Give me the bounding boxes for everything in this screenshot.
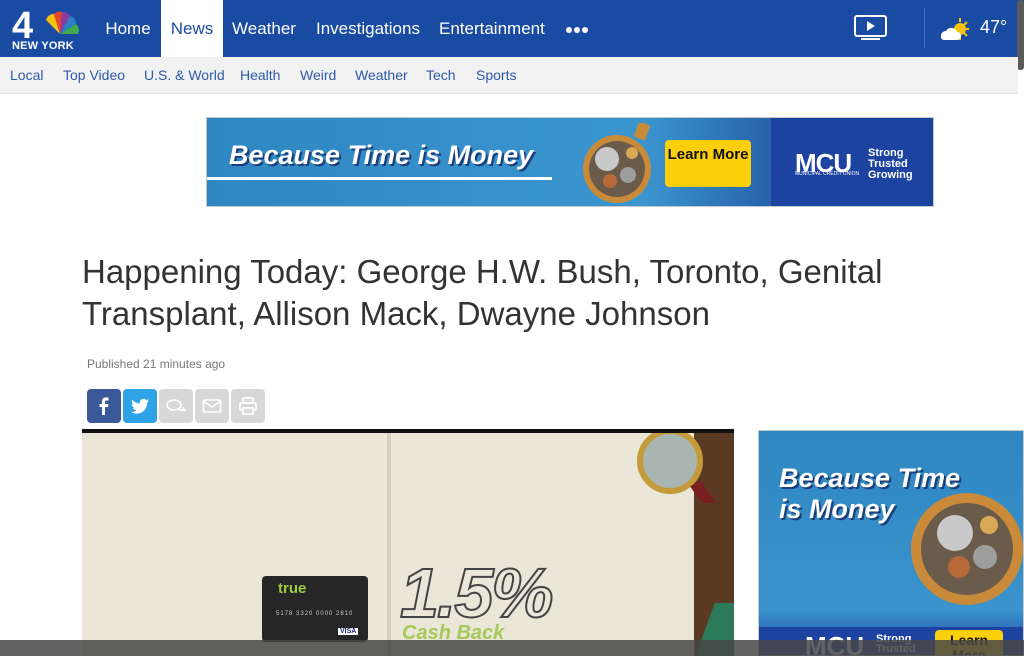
top-nav: 4 NEW YORK Home News Weather Investigati… <box>0 0 1024 57</box>
facebook-icon <box>99 397 109 415</box>
mcu-tagline: Strong Trusted Growing <box>868 147 913 181</box>
card-brand: true <box>278 580 307 597</box>
logo-text: NEW YORK <box>12 40 74 52</box>
subnav-health[interactable]: Health <box>240 57 280 93</box>
email-icon <box>202 399 222 413</box>
svg-text:4: 4 <box>12 6 33 42</box>
subnav-us-world[interactable]: U.S. & World <box>144 57 225 93</box>
scrollbar-thumb[interactable] <box>1017 0 1024 70</box>
subnav-sports[interactable]: Sports <box>476 57 516 93</box>
magnifying-glass-icon <box>630 433 730 520</box>
notebook-fold <box>387 433 391 656</box>
mcu-brand-box: MCU MUNICIPAL CREDIT UNION Strong Truste… <box>771 118 933 206</box>
twitter-icon <box>130 398 149 414</box>
nav-weather[interactable]: Weather <box>232 0 296 57</box>
subnav-top-video[interactable]: Top Video <box>63 57 125 93</box>
share-print-button[interactable] <box>231 389 265 423</box>
card-network: VISA <box>338 628 359 635</box>
sub-nav: Local Top Video U.S. & World Health Weir… <box>0 57 1018 94</box>
subnav-local[interactable]: Local <box>10 57 43 93</box>
video-play-icon[interactable] <box>853 14 889 42</box>
ad-underline <box>207 177 552 180</box>
nav-investigations[interactable]: Investigations <box>316 0 420 57</box>
pocket-watch-icon <box>562 121 672 205</box>
side-ad[interactable]: Because Time is Money MCU Strong Trusted… <box>758 430 1024 656</box>
published-time: Published 21 minutes ago <box>87 357 226 371</box>
temperature[interactable]: 47° <box>980 17 1007 38</box>
nav-divider <box>924 8 925 48</box>
credit-card: true 5178 3320 0000 2810 VISA <box>262 576 368 642</box>
partly-cloudy-icon[interactable] <box>938 17 972 43</box>
comment-icon <box>166 399 186 411</box>
share-twitter-button[interactable] <box>123 389 157 423</box>
mcu-subtitle: MUNICIPAL CREDIT UNION <box>795 171 860 177</box>
pocket-watch-icon <box>877 459 1023 609</box>
banner-ad[interactable]: Because Time is Money Learn More MCU MUN… <box>206 117 934 207</box>
subnav-tech[interactable]: Tech <box>426 57 456 93</box>
nav-entertainment[interactable]: Entertainment <box>439 0 545 57</box>
image-headline-percent: 1.5% <box>399 553 555 633</box>
print-icon <box>239 397 257 415</box>
nav-news[interactable]: News <box>161 0 223 57</box>
ad-tagline: Because Time is Money <box>229 140 534 170</box>
ad-learn-more-button[interactable]: Learn More <box>665 140 751 187</box>
share-email-button[interactable] <box>195 389 229 423</box>
card-number: 5178 3320 0000 2810 <box>276 611 354 617</box>
subnav-weird[interactable]: Weird <box>300 57 336 93</box>
subnav-weather[interactable]: Weather <box>355 57 408 93</box>
article-headline: Happening Today: George H.W. Bush, Toron… <box>82 253 883 332</box>
nav-home[interactable]: Home <box>96 0 160 57</box>
article-image[interactable]: true 5178 3320 0000 2810 VISA 1.5% Cash … <box>82 429 734 656</box>
share-facebook-button[interactable] <box>87 389 121 423</box>
more-dots-icon[interactable] <box>565 22 589 38</box>
bottom-overlay-bar <box>0 640 1024 656</box>
share-comment-button[interactable] <box>159 389 193 423</box>
